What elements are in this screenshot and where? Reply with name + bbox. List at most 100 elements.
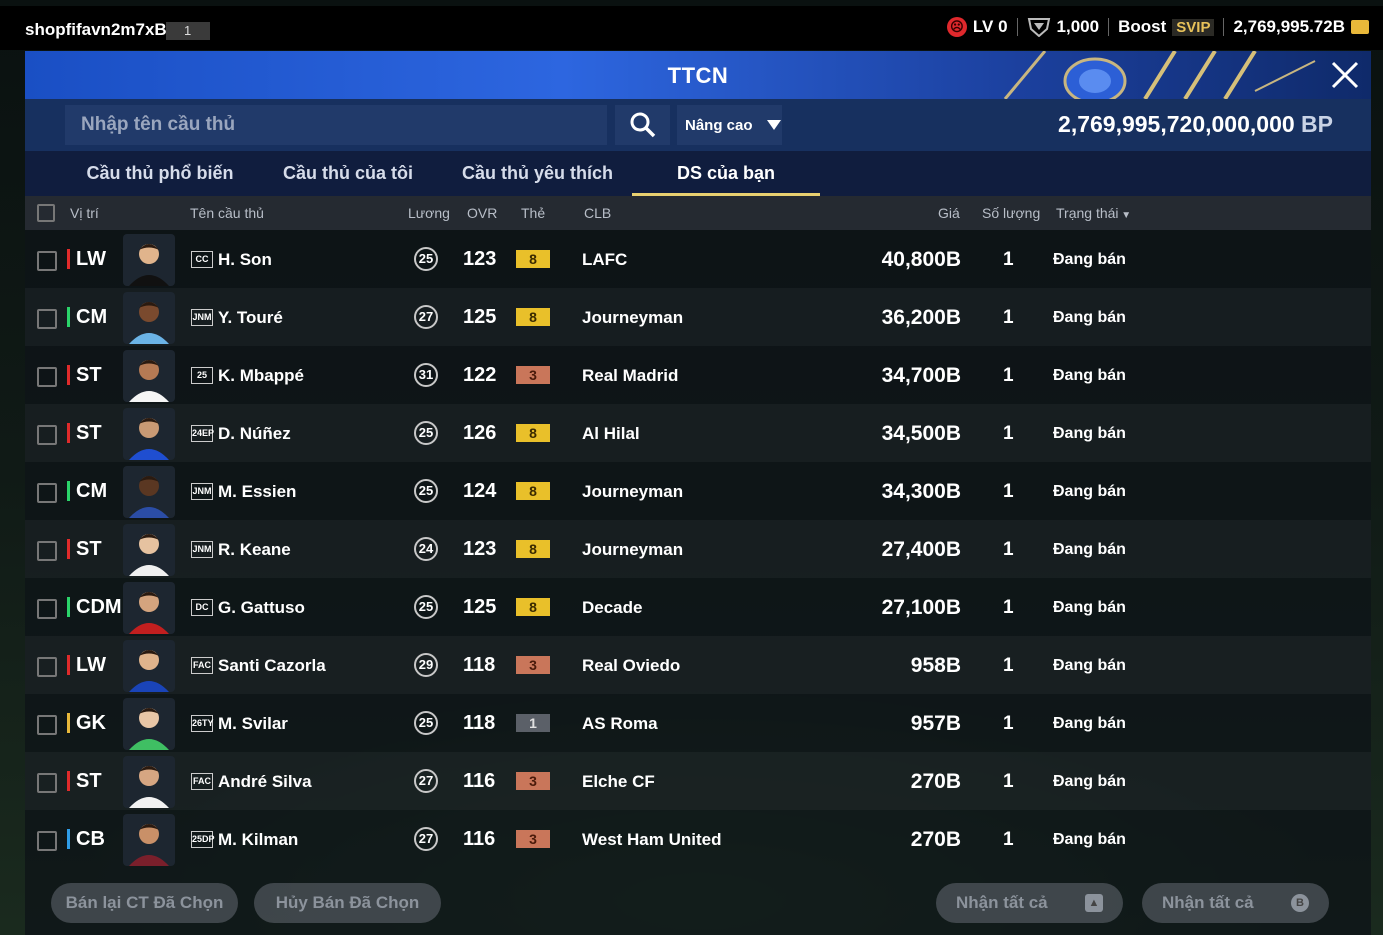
advanced-label: Nâng cao xyxy=(685,116,753,134)
table-row[interactable]: GK 26TY M. Svilar 25 118 1 AS Roma 957B 1 Đang bá… xyxy=(25,694,1371,752)
player-price: 36,200B xyxy=(881,306,961,329)
row-checkbox[interactable] xyxy=(37,367,57,387)
season-badge-icon: JNM xyxy=(191,541,213,558)
player-quantity: 1 xyxy=(1003,597,1014,618)
player-position: CDM xyxy=(67,597,122,617)
player-price: 34,300B xyxy=(881,480,961,503)
table-row[interactable]: LW CC H. Son 25 123 8 LAFC 40,800B 1 Đang bán xyxy=(25,230,1371,288)
header-position[interactable]: Vị trí xyxy=(70,205,99,221)
player-club: West Ham United xyxy=(582,830,722,849)
row-checkbox[interactable] xyxy=(37,309,57,329)
player-club: Journeyman xyxy=(582,482,684,501)
search-row: Nâng cao 2,769,995,720,000,000 BP xyxy=(25,99,1371,151)
player-portrait-icon xyxy=(123,234,175,286)
header-ovr[interactable]: OVR xyxy=(467,205,497,221)
player-name: Y. Touré xyxy=(218,308,283,327)
boost-label[interactable]: Boost xyxy=(1118,17,1166,37)
header-price[interactable]: Giá xyxy=(938,205,960,221)
row-checkbox[interactable] xyxy=(37,599,57,619)
player-name: Santi Cazorla xyxy=(218,656,326,675)
upgrade-level-badge: 3 xyxy=(516,656,550,674)
player-position: ST xyxy=(67,423,102,443)
player-quantity: 1 xyxy=(1003,249,1014,270)
tab-your-list[interactable]: DS của bạn xyxy=(632,151,820,196)
player-ovr: 122 xyxy=(463,364,497,386)
upgrade-level-badge: 8 xyxy=(516,424,550,442)
listing-status: Đang bán xyxy=(1053,483,1126,500)
player-portrait-icon xyxy=(123,582,175,634)
listing-status: Đang bán xyxy=(1053,831,1126,848)
top-currency-group: ☹ LV 0 1,000 Boost SVIP 2,769,995.72B xyxy=(946,17,1369,37)
player-quantity: 1 xyxy=(1003,713,1014,734)
salary-badge: 25 xyxy=(414,247,438,271)
table-row[interactable]: CDM DC G. Gattuso 25 125 8 Decade 27,100B 1 Đang … xyxy=(25,578,1371,636)
table-row[interactable]: CM JNM Y. Touré 27 125 8 Journeyman 36,200B 1 Đan… xyxy=(25,288,1371,346)
table-row[interactable]: ST JNM R. Keane 24 123 8 Journeyman 27,400B 1 Đan… xyxy=(25,520,1371,578)
row-checkbox[interactable] xyxy=(37,483,57,503)
table-row[interactable]: ST 25 K. Mbappé 31 122 3 Real Madrid 34,700B 1 Đa… xyxy=(25,346,1371,404)
player-quantity: 1 xyxy=(1003,423,1014,444)
row-checkbox[interactable] xyxy=(37,773,57,793)
cancel-selected-button[interactable]: Hủy Bán Đã Chọn xyxy=(254,883,441,923)
header-quantity[interactable]: Số lượng xyxy=(982,205,1040,221)
header-status[interactable]: Trạng thái ▼ xyxy=(1056,205,1131,221)
player-price: 957B xyxy=(910,712,961,735)
row-checkbox[interactable] xyxy=(37,425,57,445)
row-checkbox[interactable] xyxy=(37,715,57,735)
header-name[interactable]: Tên cầu thủ xyxy=(190,205,264,221)
player-club: Elche CF xyxy=(582,772,655,791)
upgrade-level-badge: 3 xyxy=(516,772,550,790)
tab-popular-players[interactable]: Cầu thủ phổ biến xyxy=(75,151,245,193)
listing-status: Đang bán xyxy=(1053,367,1126,384)
salary-badge: 25 xyxy=(414,711,438,735)
player-quantity: 1 xyxy=(1003,481,1014,502)
tab-my-players[interactable]: Cầu thủ của tôi xyxy=(273,151,423,193)
player-price: 270B xyxy=(910,770,961,793)
upgrade-level-badge: 8 xyxy=(516,540,550,558)
header-club[interactable]: CLB xyxy=(584,205,611,221)
row-checkbox[interactable] xyxy=(37,657,57,677)
tab-favorite-players[interactable]: Cầu thủ yêu thích xyxy=(455,151,620,193)
header-card[interactable]: Thẻ xyxy=(521,205,545,221)
resell-selected-button[interactable]: Bán lại CT Đã Chọn xyxy=(51,883,238,923)
player-price: 27,100B xyxy=(881,596,961,619)
player-name: M. Essien xyxy=(218,482,297,501)
player-name: M. Kilman xyxy=(218,830,299,849)
table-row[interactable]: ST 24EP D. Núñez 25 126 8 Al Hilal 34,500B 1 Đang… xyxy=(25,404,1371,462)
collect-all-bp-button[interactable]: Nhận tất cả B xyxy=(1142,883,1329,923)
close-icon[interactable] xyxy=(1327,57,1363,93)
player-quantity: 1 xyxy=(1003,365,1014,386)
search-input[interactable] xyxy=(65,105,607,145)
select-all-checkbox[interactable] xyxy=(37,204,55,222)
collect-all-items-button[interactable]: Nhận tất cả ▲ xyxy=(936,883,1123,923)
table-row[interactable]: CB 25DP M. Kilman 27 116 3 West Ham United 270B… xyxy=(25,810,1371,868)
salary-badge: 25 xyxy=(414,421,438,445)
player-ovr: 123 xyxy=(463,248,497,270)
player-name: D. Núñez xyxy=(218,424,291,443)
player-position: LW xyxy=(67,655,106,675)
search-button[interactable] xyxy=(615,105,670,145)
advanced-filter-dropdown[interactable]: Nâng cao xyxy=(677,105,782,145)
level-face-icon: ☹ xyxy=(946,17,967,37)
player-ovr: 124 xyxy=(463,480,497,502)
row-checkbox[interactable] xyxy=(37,541,57,561)
table-row[interactable]: LW FAC Santi Cazorla 29 118 3 Real Oviedo 958B 1… xyxy=(25,636,1371,694)
player-position: CM xyxy=(67,307,107,327)
season-badge-icon: FAC xyxy=(191,773,213,790)
row-checkbox[interactable] xyxy=(37,251,57,271)
player-position: CB xyxy=(67,829,105,849)
player-name: G. Gattuso xyxy=(218,598,305,617)
player-quantity: 1 xyxy=(1003,655,1014,676)
player-position: LW xyxy=(67,249,106,269)
row-checkbox[interactable] xyxy=(37,831,57,851)
player-ovr: 116 xyxy=(463,770,496,792)
listing-status: Đang bán xyxy=(1053,309,1126,326)
table-row[interactable]: ST FAC André Silva 27 116 3 Elche CF 270B 1 Đang … xyxy=(25,752,1371,810)
header-salary[interactable]: Lương xyxy=(408,205,450,221)
table-row[interactable]: CM JNM M. Essien 25 124 8 Journeyman 34,300B 1 Đa… xyxy=(25,462,1371,520)
salary-badge: 29 xyxy=(414,653,438,677)
account-badge: 1 xyxy=(166,22,210,40)
player-club: Decade xyxy=(582,598,643,617)
level-label: LV 0 xyxy=(972,17,1008,36)
player-ovr: 116 xyxy=(463,828,496,850)
